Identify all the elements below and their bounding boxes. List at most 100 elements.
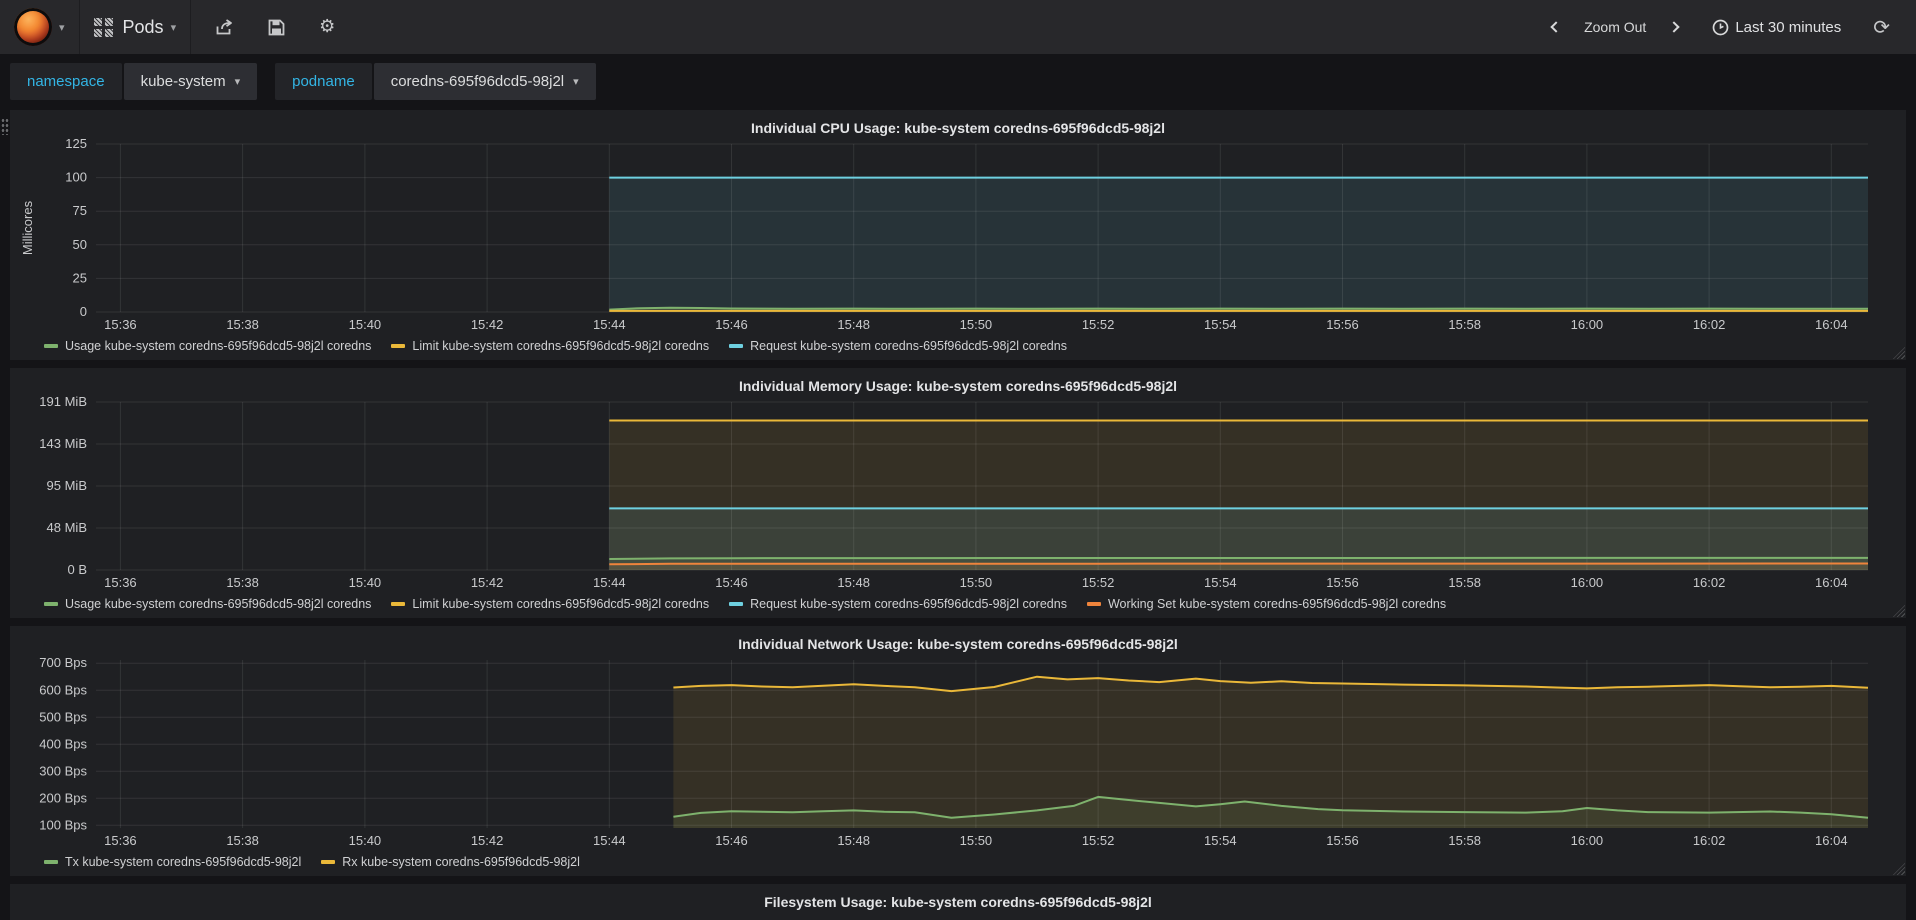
- svg-text:15:42: 15:42: [471, 575, 504, 590]
- svg-text:15:58: 15:58: [1448, 575, 1481, 590]
- time-controls: Zoom Out Last 30 minutes ⟳: [1542, 11, 1916, 43]
- panel-title[interactable]: Individual CPU Usage: kube-system coredn…: [18, 116, 1898, 138]
- settings-button[interactable]: ⚙: [309, 12, 345, 42]
- dashboard-picker[interactable]: Pods ▾: [80, 0, 192, 54]
- svg-text:15:44: 15:44: [593, 575, 626, 590]
- refresh-button[interactable]: ⟳: [1863, 11, 1900, 43]
- time-shift-back-button[interactable]: [1542, 17, 1570, 37]
- svg-text:300 Bps: 300 Bps: [39, 763, 87, 778]
- svg-text:16:00: 16:00: [1571, 317, 1604, 332]
- series-label: Limit kube-system coredns-695f96dcd5-98j…: [412, 597, 710, 611]
- svg-text:16:04: 16:04: [1815, 833, 1848, 848]
- series-label: Rx kube-system coredns-695f96dcd5-98j2l: [342, 855, 580, 869]
- svg-text:16:04: 16:04: [1815, 317, 1848, 332]
- svg-text:75: 75: [73, 203, 87, 218]
- svg-text:191 MiB: 191 MiB: [39, 396, 87, 409]
- svg-text:15:52: 15:52: [1082, 833, 1115, 848]
- series-label: Usage kube-system coredns-695f96dcd5-98j…: [65, 597, 372, 611]
- svg-text:700 Bps: 700 Bps: [39, 655, 87, 670]
- refresh-icon: ⟳: [1873, 15, 1890, 39]
- dashboard-title[interactable]: Pods: [123, 17, 164, 38]
- series-color-dash: [44, 860, 58, 864]
- legend-item[interactable]: Limit kube-system coredns-695f96dcd5-98j…: [391, 339, 709, 353]
- svg-text:15:56: 15:56: [1326, 575, 1359, 590]
- svg-text:15:38: 15:38: [226, 575, 259, 590]
- legend-item[interactable]: Rx kube-system coredns-695f96dcd5-98j2l: [321, 855, 580, 869]
- svg-text:100 Bps: 100 Bps: [39, 817, 87, 832]
- svg-text:50: 50: [73, 237, 87, 252]
- save-icon: [268, 19, 285, 35]
- svg-text:15:56: 15:56: [1326, 833, 1359, 848]
- legend-item[interactable]: Request kube-system coredns-695f96dcd5-9…: [729, 339, 1067, 353]
- svg-text:143 MiB: 143 MiB: [39, 436, 87, 451]
- network-usage-chart[interactable]: 15:36 15:38 15:40 15:42 15:44 15:46 15:48 15:50…: [18, 654, 1898, 854]
- dashboard-grid-icon: [93, 17, 113, 37]
- svg-text:500 Bps: 500 Bps: [39, 709, 87, 724]
- panel-individual-memory-usage: Individual Memory Usage: kube-system cor…: [10, 368, 1906, 618]
- panel-title[interactable]: Individual Network Usage: kube-system co…: [18, 632, 1898, 654]
- panel-filesystem-usage: Filesystem Usage: kube-system coredns-69…: [10, 884, 1906, 920]
- legend-item[interactable]: Working Set kube-system coredns-695f96dc…: [1086, 597, 1446, 611]
- svg-text:15:58: 15:58: [1448, 317, 1481, 332]
- podname-variable-dropdown[interactable]: coredns-695f96dcd5-98j2l ▾: [373, 63, 596, 100]
- svg-text:25: 25: [73, 270, 87, 285]
- svg-text:15:38: 15:38: [226, 833, 259, 848]
- legend-item[interactable]: Usage kube-system coredns-695f96dcd5-98j…: [44, 339, 371, 353]
- svg-text:15:48: 15:48: [837, 833, 870, 848]
- svg-text:15:46: 15:46: [715, 575, 748, 590]
- memory-chart-legend: Usage kube-system coredns-695f96dcd5-98j…: [18, 596, 1898, 616]
- series-label: Limit kube-system coredns-695f96dcd5-98j…: [412, 339, 710, 353]
- svg-text:200 Bps: 200 Bps: [39, 790, 87, 805]
- svg-text:400 Bps: 400 Bps: [39, 736, 87, 751]
- save-button[interactable]: [258, 13, 295, 42]
- time-range-picker[interactable]: Last 30 minutes: [1702, 13, 1851, 42]
- series-label: Request kube-system coredns-695f96dcd5-9…: [750, 597, 1067, 611]
- svg-text:600 Bps: 600 Bps: [39, 682, 87, 697]
- network-chart-legend: Tx kube-system coredns-695f96dcd5-98j2l R…: [18, 854, 1898, 874]
- time-shift-forward-button[interactable]: [1660, 17, 1688, 37]
- svg-text:16:02: 16:02: [1693, 317, 1726, 332]
- svg-text:16:00: 16:00: [1571, 833, 1604, 848]
- series-color-dash: [729, 344, 744, 348]
- share-icon: [216, 18, 232, 34]
- svg-text:15:46: 15:46: [715, 317, 748, 332]
- svg-text:15:52: 15:52: [1082, 317, 1115, 332]
- zoom-out-button[interactable]: Zoom Out: [1574, 19, 1656, 35]
- chevron-left-icon: [1550, 21, 1562, 33]
- series-color-dash: [729, 602, 744, 606]
- legend-item[interactable]: Request kube-system coredns-695f96dcd5-9…: [729, 597, 1067, 611]
- svg-text:15:56: 15:56: [1326, 317, 1359, 332]
- series-color-dash: [321, 860, 336, 864]
- series-label: Request kube-system coredns-695f96dcd5-9…: [750, 339, 1067, 353]
- svg-text:15:44: 15:44: [593, 317, 626, 332]
- svg-text:100: 100: [65, 170, 87, 185]
- svg-text:16:02: 16:02: [1693, 833, 1726, 848]
- grafana-logo[interactable]: [14, 8, 52, 46]
- svg-text:15:48: 15:48: [837, 317, 870, 332]
- series-color-dash: [44, 602, 58, 606]
- svg-text:15:50: 15:50: [960, 833, 993, 848]
- series-color-dash: [1086, 602, 1101, 606]
- variable-namespace: namespace kube-system ▾: [10, 63, 258, 100]
- legend-item[interactable]: Usage kube-system coredns-695f96dcd5-98j…: [44, 597, 371, 611]
- svg-text:15:42: 15:42: [471, 317, 504, 332]
- svg-text:0: 0: [80, 304, 87, 319]
- legend-item[interactable]: Tx kube-system coredns-695f96dcd5-98j2l: [44, 855, 301, 869]
- svg-text:48 MiB: 48 MiB: [47, 520, 87, 535]
- svg-text:15:40: 15:40: [349, 833, 382, 848]
- cpu-usage-chart[interactable]: 15:36 15:38 15:40 15:42 15:44 15:46 15:48 15:50…: [18, 138, 1898, 338]
- panel-title[interactable]: Filesystem Usage: kube-system coredns-69…: [18, 890, 1898, 912]
- chevron-down-icon[interactable]: ▾: [59, 21, 65, 34]
- share-button[interactable]: [205, 13, 244, 42]
- svg-text:0 B: 0 B: [67, 562, 87, 577]
- svg-text:125: 125: [65, 138, 87, 151]
- memory-usage-chart[interactable]: 15:36 15:38 15:40 15:42 15:44 15:46 15:48 15:50…: [18, 396, 1898, 596]
- svg-text:15:38: 15:38: [226, 317, 259, 332]
- top-navbar: ▾ Pods ▾ ⚙ Zoom Out Last 30 minutes ⟳: [0, 0, 1916, 54]
- dashboard-panels: Individual CPU Usage: kube-system coredn…: [0, 110, 1916, 920]
- namespace-variable-dropdown[interactable]: kube-system ▾: [123, 63, 258, 100]
- svg-text:15:52: 15:52: [1082, 575, 1115, 590]
- panel-drag-handle[interactable]: [1, 118, 9, 135]
- panel-title[interactable]: Individual Memory Usage: kube-system cor…: [18, 374, 1898, 396]
- legend-item[interactable]: Limit kube-system coredns-695f96dcd5-98j…: [391, 597, 709, 611]
